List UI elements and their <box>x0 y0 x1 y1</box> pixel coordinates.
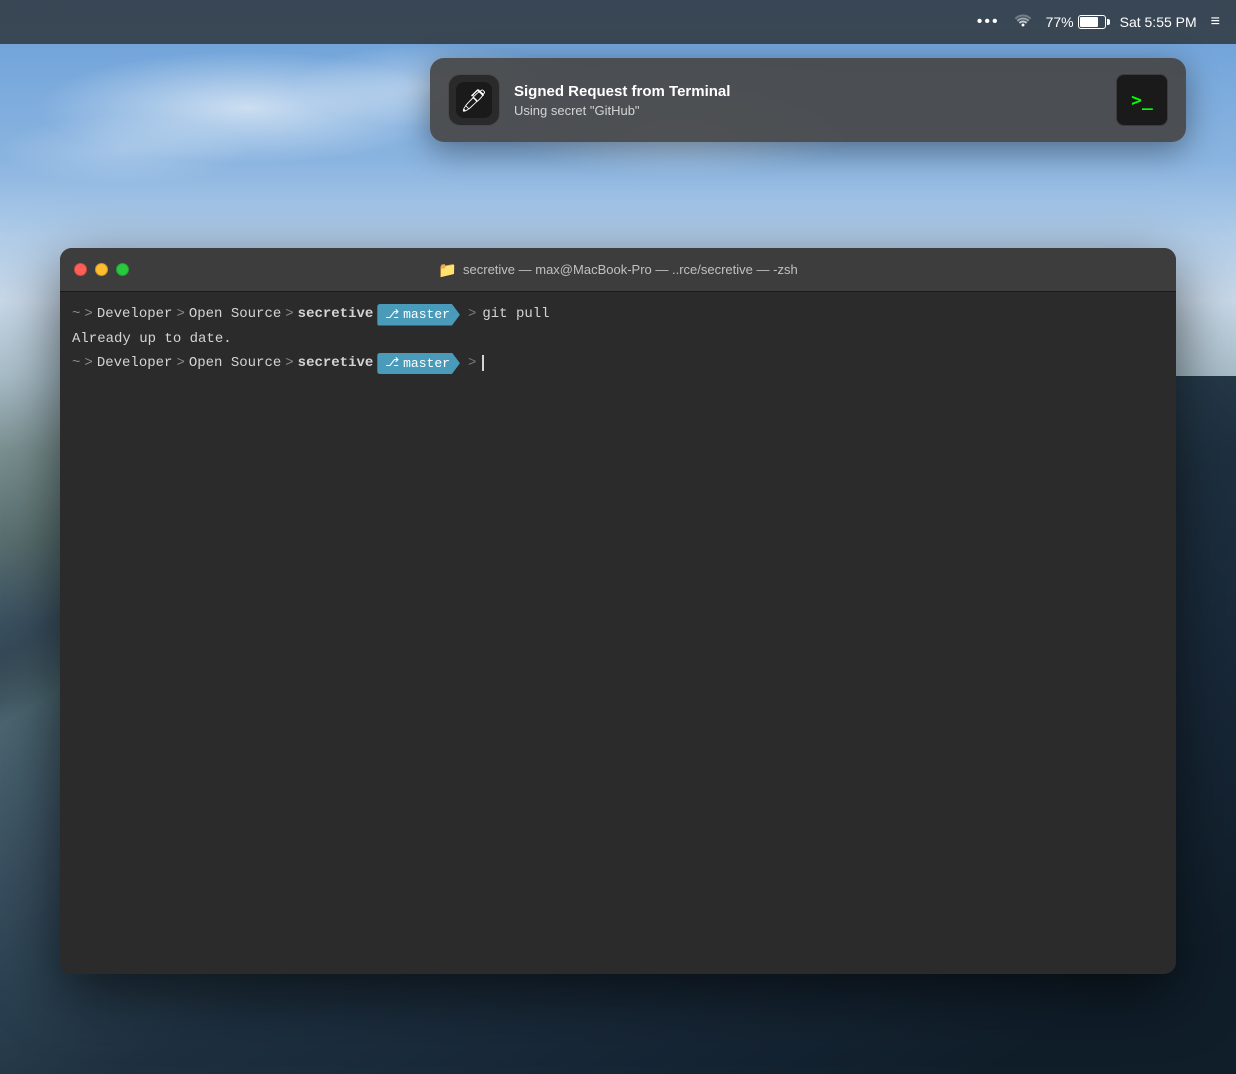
terminal-titlebar: 📁 secretive — max@MacBook-Pro — ..rce/se… <box>60 248 1176 292</box>
arrow-2b: > <box>176 353 184 374</box>
git-branch-symbol-2: ⎇ <box>385 354 399 372</box>
terminal-title: 📁 secretive — max@MacBook-Pro — ..rce/se… <box>438 261 797 279</box>
clock: Sat 5:55 PM <box>1120 14 1197 30</box>
arrow-1b: > <box>176 304 184 325</box>
maximize-button[interactable] <box>116 263 129 276</box>
tilde-2: ~ <box>72 353 80 374</box>
terminal-output-1: Already up to date. <box>72 328 1164 351</box>
notification-title: Signed Request from Terminal <box>514 83 1102 100</box>
git-branch-badge-1: ⎇ master <box>377 304 460 326</box>
command-text-1: git pull <box>482 304 549 325</box>
tilde-1: ~ <box>72 304 80 325</box>
prompt-chevron-2: > <box>468 353 476 374</box>
terminal-cursor <box>482 355 484 371</box>
dir-opensource-2: Open Source <box>189 353 281 374</box>
battery-indicator: 77% <box>1046 14 1106 30</box>
svg-text:🖊: 🖊 <box>460 88 488 113</box>
dir-developer-1: Developer <box>97 304 173 325</box>
window-buttons[interactable] <box>74 263 129 276</box>
battery-percent-label: 77% <box>1046 14 1074 30</box>
battery-icon <box>1078 15 1106 29</box>
notification-content: Signed Request from Terminal Using secre… <box>514 83 1102 118</box>
dir-secretive-2: secretive <box>298 353 374 374</box>
battery-fill <box>1080 17 1098 27</box>
terminal-content[interactable]: ~ > Developer > Open Source > secretive … <box>60 292 1176 974</box>
minimize-button[interactable] <box>95 263 108 276</box>
dir-opensource-1: Open Source <box>189 304 281 325</box>
arrow-2c: > <box>285 353 293 374</box>
wifi-icon[interactable] <box>1014 13 1032 32</box>
notification-banner[interactable]: 🖊 Signed Request from Terminal Using sec… <box>430 58 1186 142</box>
menubar-dots-icon[interactable]: ••• <box>977 13 1000 31</box>
folder-icon: 📁 <box>438 261 457 279</box>
git-branch-badge-2: ⎇ master <box>377 353 460 375</box>
dir-secretive-1: secretive <box>298 304 374 325</box>
terminal-line-2: ~ > Developer > Open Source > secretive … <box>72 351 1164 377</box>
notification-app-icon: 🖊 <box>448 74 500 126</box>
title-text: secretive — max@MacBook-Pro — ..rce/secr… <box>463 262 798 277</box>
close-button[interactable] <box>74 263 87 276</box>
arrow-1a: > <box>84 304 92 325</box>
terminal-window[interactable]: 📁 secretive — max@MacBook-Pro — ..rce/se… <box>60 248 1176 974</box>
arrow-1c: > <box>285 304 293 325</box>
terminal-line-1: ~ > Developer > Open Source > secretive … <box>72 302 1164 328</box>
git-branch-name-1: master <box>403 305 450 325</box>
menubar: ••• 77% Sat 5:55 PM ≡ <box>0 0 1236 44</box>
git-branch-symbol-1: ⎇ <box>385 306 399 324</box>
menubar-right: ••• 77% Sat 5:55 PM ≡ <box>977 13 1220 32</box>
menu-list-icon[interactable]: ≡ <box>1211 13 1220 31</box>
dir-developer-2: Developer <box>97 353 173 374</box>
notification-preview: >_ <box>1116 74 1168 126</box>
notification-subtitle: Using secret "GitHub" <box>514 103 1102 118</box>
arrow-2a: > <box>84 353 92 374</box>
prompt-chevron-1: > <box>468 304 476 325</box>
git-branch-name-2: master <box>403 354 450 374</box>
